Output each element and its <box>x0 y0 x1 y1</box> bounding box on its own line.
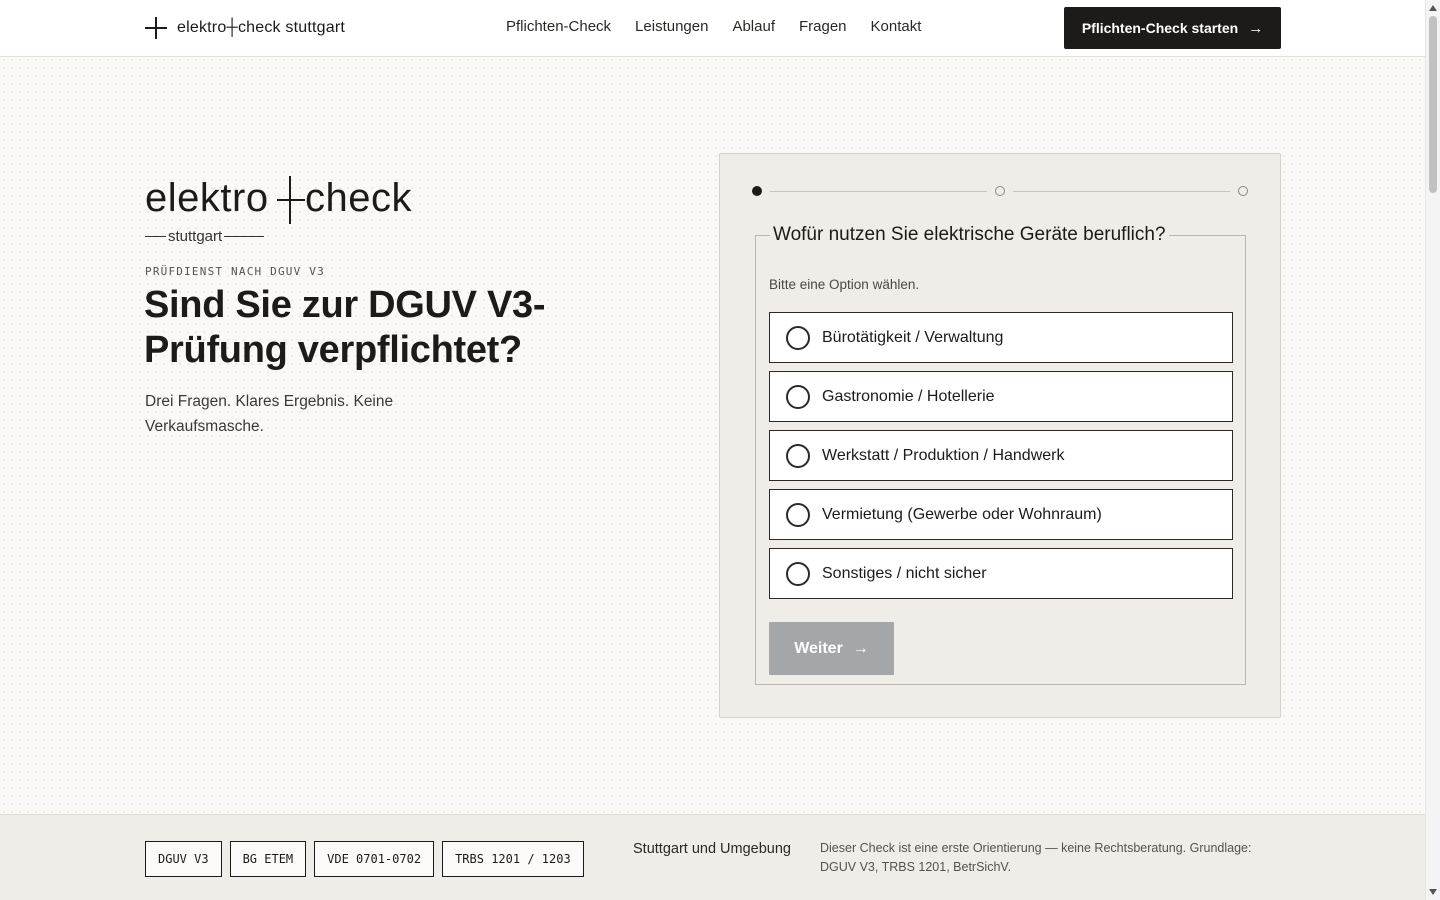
step-1-indicator <box>752 186 762 196</box>
site-header: elektro┼check stuttgart Pflichten-Check … <box>0 0 1425 57</box>
divider <box>224 235 265 238</box>
standard-tag: DGUV V3 <box>145 841 222 877</box>
answer-option-sonstiges[interactable]: Sonstiges / nicht sicher <box>769 548 1233 599</box>
hero-logo-word-right: check <box>305 176 412 220</box>
nav-item-fragen[interactable]: Fragen <box>799 18 847 35</box>
question-title: Wofür nutzen Sie elektrische Geräte beru… <box>770 224 1169 246</box>
nav-item-kontakt[interactable]: Kontakt <box>871 18 922 35</box>
brand-logo-link[interactable]: elektro┼check stuttgart <box>145 16 345 40</box>
scroll-down-arrow-icon[interactable] <box>1429 889 1437 895</box>
answer-option-gastronomie[interactable]: Gastronomie / Hotellerie <box>769 371 1233 422</box>
trust-footer: DGUV V3 BG ETEM VDE 0701-0702 TRBS 1201 … <box>0 814 1425 900</box>
radio-empty-icon[interactable] <box>786 325 810 350</box>
hero-logo-subline: stuttgart <box>145 228 265 245</box>
answer-option-label: Gastronomie / Hotellerie <box>822 387 995 405</box>
nav-item-ablauf[interactable]: Ablauf <box>732 18 775 35</box>
next-button-label: Weiter <box>794 639 843 657</box>
step-connector <box>770 190 987 192</box>
standards-tags: DGUV V3 BG ETEM VDE 0701-0702 TRBS 1201 … <box>145 841 584 877</box>
divider <box>145 235 166 238</box>
main-nav: Pflichten-Check Leistungen Ablauf Fragen… <box>506 18 921 35</box>
step-progress <box>752 185 1250 197</box>
next-button[interactable]: Weiter → <box>769 622 894 675</box>
pflichten-check-quiz: Wofür nutzen Sie elektrische Geräte beru… <box>719 153 1281 718</box>
service-region: Stuttgart und Umgebung <box>633 841 791 857</box>
nav-item-pflichten-check[interactable]: Pflichten-Check <box>506 18 611 35</box>
hero-logo-city: stuttgart <box>168 228 223 245</box>
answer-option-buero[interactable]: Bürotätigkeit / Verwaltung <box>769 312 1233 363</box>
step-3-indicator <box>1238 186 1248 196</box>
hero-eyebrow: PRÜFDIENST NACH DGUV V3 <box>145 265 325 278</box>
start-check-label: Pflichten-Check starten <box>1081 20 1239 36</box>
radio-empty-icon[interactable] <box>786 502 810 527</box>
answer-option-vermietung[interactable]: Vermietung (Gewerbe oder Wohnraum) <box>769 489 1233 540</box>
scrollbar-thumb[interactable] <box>1429 16 1437 193</box>
arrow-right-icon: → <box>1248 19 1264 37</box>
answer-option-werkstatt[interactable]: Werkstatt / Produktion / Handwerk <box>769 430 1233 481</box>
step-connector <box>1013 190 1230 192</box>
standard-tag: VDE 0701-0702 <box>314 841 435 877</box>
answer-option-label: Werkstatt / Produktion / Handwerk <box>822 446 1065 464</box>
hero-logo-cross-horizontal <box>277 199 305 201</box>
hero-logo: elektro check stuttgart <box>145 172 435 252</box>
standard-tag: TRBS 1201 / 1203 <box>442 841 584 877</box>
scroll-up-arrow-icon[interactable] <box>1429 5 1437 11</box>
question-hint: Bitte eine Option wählen. <box>769 277 920 292</box>
hero-lead: Drei Fragen. Klares Ergebnis. Keine Verk… <box>145 393 394 435</box>
nav-item-leistungen[interactable]: Leistungen <box>635 18 708 35</box>
radio-empty-icon[interactable] <box>786 443 810 468</box>
page-scrollbar[interactable] <box>1425 0 1440 900</box>
brand-name: elektro┼check stuttgart <box>177 19 346 36</box>
question-fieldset: Wofür nutzen Sie elektrische Geräte beru… <box>755 224 1246 685</box>
answer-option-label: Bürotätigkeit / Verwaltung <box>822 328 1004 346</box>
step-2-indicator <box>995 186 1005 196</box>
plus-cross-icon <box>145 17 167 39</box>
radio-empty-icon[interactable] <box>786 561 810 586</box>
answer-option-label: Vermietung (Gewerbe oder Wohnraum) <box>822 505 1102 523</box>
answer-option-label: Sonstiges / nicht sicher <box>822 564 987 582</box>
arrow-right-icon: → <box>852 639 869 657</box>
legal-disclaimer: Dieser Check ist eine erste Orientierung… <box>820 841 1252 874</box>
radio-empty-icon[interactable] <box>786 384 810 409</box>
start-check-button[interactable]: Pflichten-Check starten → <box>1064 7 1281 49</box>
answer-options: Bürotätigkeit / Verwaltung Gastronomie /… <box>769 312 1233 607</box>
page-title: Sind Sie zur DGUV V3-Prüfung verpflichte… <box>144 284 546 371</box>
hero-logo-word-left: elektro <box>145 176 269 220</box>
standard-tag: BG ETEM <box>229 841 307 877</box>
